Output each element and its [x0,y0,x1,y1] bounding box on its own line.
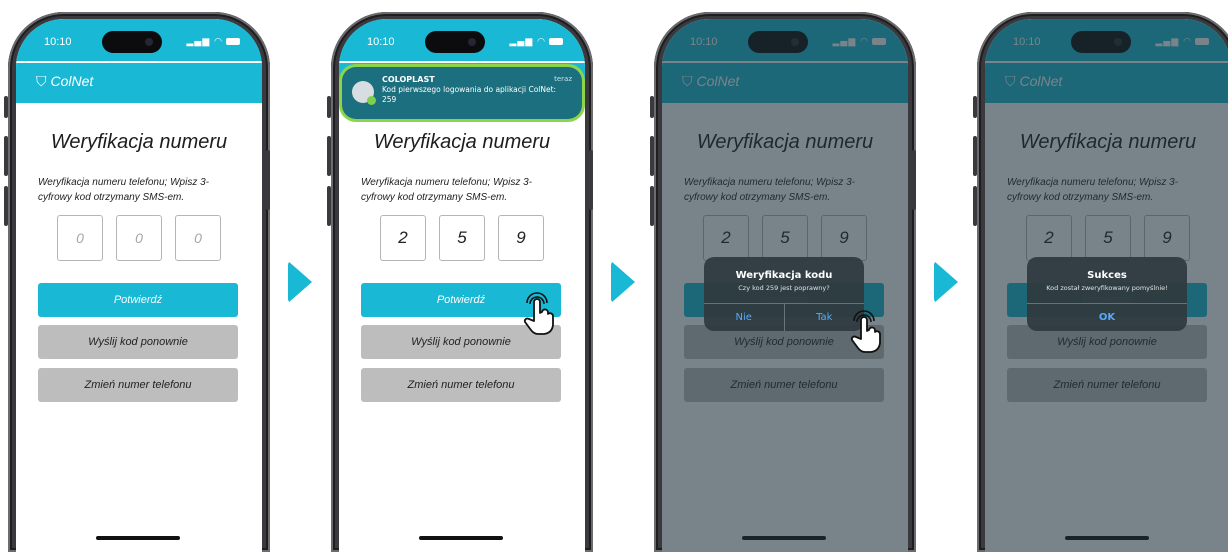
dialog-title: Weryfikacja kodu [735,270,833,281]
dynamic-island [425,31,485,53]
tap-hand-icon [844,309,884,353]
sms-notification[interactable]: COLOPLAST teraz Kod pierwszego logowania… [342,67,582,119]
step-arrow-icon [611,261,635,303]
home-indicator[interactable] [96,536,180,540]
page-description: Weryfikacja numeru telefonu; Wpisz 3-cyf… [38,177,209,203]
battery-icon [226,38,240,45]
phone-frame-2: 10:10 ▂▄▆ ◠ ⛉ColNet Weryfikacja numeru W… [331,12,593,552]
notification-body: Kod pierwszego logowania do aplikacji Co… [382,85,557,104]
code-digit-3-input[interactable]: 9 [498,215,544,261]
step-arrow-icon [934,261,958,303]
page-title: Weryfikacja numeru [50,131,228,153]
mute-switch [4,96,8,118]
status-bar: 10:10 ▂▄▆ ◠ [339,19,585,61]
page-description: Weryfikacja numeru telefonu; Wpisz 3-cyf… [361,177,532,203]
volume-up-button [4,136,8,176]
status-icons: ▂▄▆ ◠ [509,37,563,47]
phone-screen-3: 10:10 ▂▄▆ ◠ ⛉ColNet Weryfikacja numeru W… [662,19,908,552]
volume-down-button [327,186,331,226]
tap-hand-icon [517,291,557,335]
phone-screen-2: 10:10 ▂▄▆ ◠ ⛉ColNet Weryfikacja numeru W… [339,19,585,552]
app-header: ⛉ColNet [16,63,262,103]
app-logo: ⛉ColNet [36,73,93,90]
brand-name: ColNet [50,73,94,89]
wifi-icon: ◠ [537,37,546,47]
code-digit-1-input[interactable]: 0 [57,215,103,261]
status-time: 10:10 [44,36,72,48]
mute-switch [327,96,331,118]
home-indicator[interactable] [419,536,503,540]
shield-icon: ⛉ [36,73,47,89]
change-number-button[interactable]: Zmień numer telefonu [361,368,561,402]
phone-frame-1: 10:10 ▂▄▆ ◠ ⛉ ColNet Weryfikacja numeru W… [8,12,270,552]
dynamic-island [102,31,162,53]
code-digit-3-input[interactable]: 0 [175,215,221,261]
volume-up-button [973,136,977,176]
change-number-button[interactable]: Zmień numer telefonu [38,368,238,402]
success-dialog: Sukces Kod został zweryfikowany pomyślni… [1027,257,1187,331]
phone-frame-4: 10:10 ▂▄▆ ◠ ⛉ColNet Weryfikacja numeru W… [977,12,1228,552]
dialog-message: Czy kod 259 jest poprawny? [738,284,830,292]
volume-down-button [650,186,654,226]
code-digit-2-input[interactable]: 5 [439,215,485,261]
step-arrow-icon [288,261,312,303]
dialog-message: Kod został zweryfikowany pomyślnie! [1046,284,1168,292]
dialog-ok-button[interactable]: OK [1027,304,1187,331]
phone-screen-4: 10:10 ▂▄▆ ◠ ⛉ColNet Weryfikacja numeru W… [985,19,1228,552]
code-inputs: 0 0 0 [16,215,262,261]
volume-up-button [327,136,331,176]
battery-icon [549,38,563,45]
page-title: Weryfikacja numeru [373,131,551,153]
dialog-no-button[interactable]: Nie [704,304,784,331]
dialog-actions: OK [1027,303,1187,331]
phone-screen-1: 10:10 ▂▄▆ ◠ ⛉ ColNet Weryfikacja numeru W… [16,19,262,552]
notification-time: teraz [554,75,572,83]
dialog-actions: Nie Tak [704,303,864,331]
contact-avatar [352,81,376,105]
volume-down-button [973,186,977,226]
status-bar: 10:10 ▂▄▆ ◠ [16,19,262,61]
mute-switch [650,96,654,118]
confirm-button[interactable]: Potwierdź [38,283,238,317]
signal-icon: ▂▄▆ [186,37,211,47]
status-icons: ▂▄▆ ◠ [186,37,240,47]
phone-frame-3: 10:10 ▂▄▆ ◠ ⛉ColNet Weryfikacja numeru W… [654,12,916,552]
wifi-icon: ◠ [214,37,223,47]
volume-down-button [4,186,8,226]
code-inputs: 2 5 9 [339,215,585,261]
confirm-code-dialog: Weryfikacja kodu Czy kod 259 jest popraw… [704,257,864,331]
power-button [912,150,916,210]
dialog-title: Sukces [1087,270,1127,281]
status-time: 10:10 [367,36,395,48]
volume-up-button [650,136,654,176]
notification-sender: COLOPLAST [382,75,435,84]
code-digit-2-input[interactable]: 0 [116,215,162,261]
code-digit-1-input[interactable]: 2 [380,215,426,261]
signal-icon: ▂▄▆ [509,37,534,47]
power-button [589,150,593,210]
mute-switch [973,96,977,118]
power-button [266,150,270,210]
resend-code-button[interactable]: Wyślij kod ponownie [38,325,238,359]
